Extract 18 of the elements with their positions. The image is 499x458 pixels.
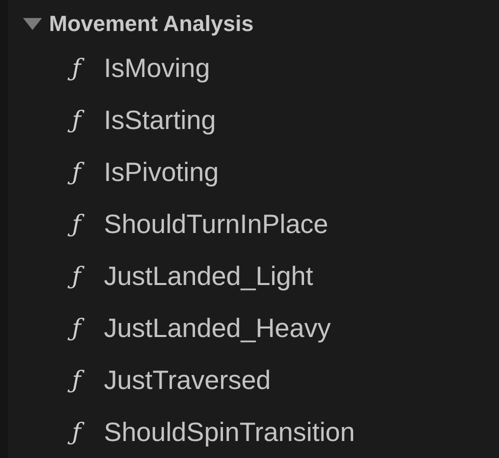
function-icon: ƒ bbox=[68, 414, 85, 450]
caret-icon[interactable] bbox=[23, 18, 42, 30]
function-item[interactable]: ShouldTurnInPlace bbox=[104, 208, 328, 240]
category-title[interactable]: Movement Analysis bbox=[49, 11, 254, 37]
function-item[interactable]: IsMoving bbox=[104, 52, 210, 84]
function-item[interactable]: JustTraversed bbox=[104, 364, 271, 396]
function-icon: ƒ bbox=[68, 310, 85, 346]
function-item[interactable]: ShouldSpinTransition bbox=[104, 416, 355, 448]
function-item[interactable]: JustLanded_Heavy bbox=[104, 312, 331, 344]
function-icon: ƒ bbox=[68, 154, 85, 190]
function-item[interactable]: IsStarting bbox=[104, 104, 216, 136]
function-icon: ƒ bbox=[68, 258, 85, 294]
function-icon: ƒ bbox=[68, 206, 85, 242]
function-icon: ƒ bbox=[68, 50, 85, 86]
function-item[interactable]: JustLanded_Light bbox=[104, 260, 314, 292]
function-item[interactable]: IsPivoting bbox=[104, 156, 219, 188]
function-icon: ƒ bbox=[68, 102, 85, 138]
function-icon: ƒ bbox=[68, 362, 85, 398]
